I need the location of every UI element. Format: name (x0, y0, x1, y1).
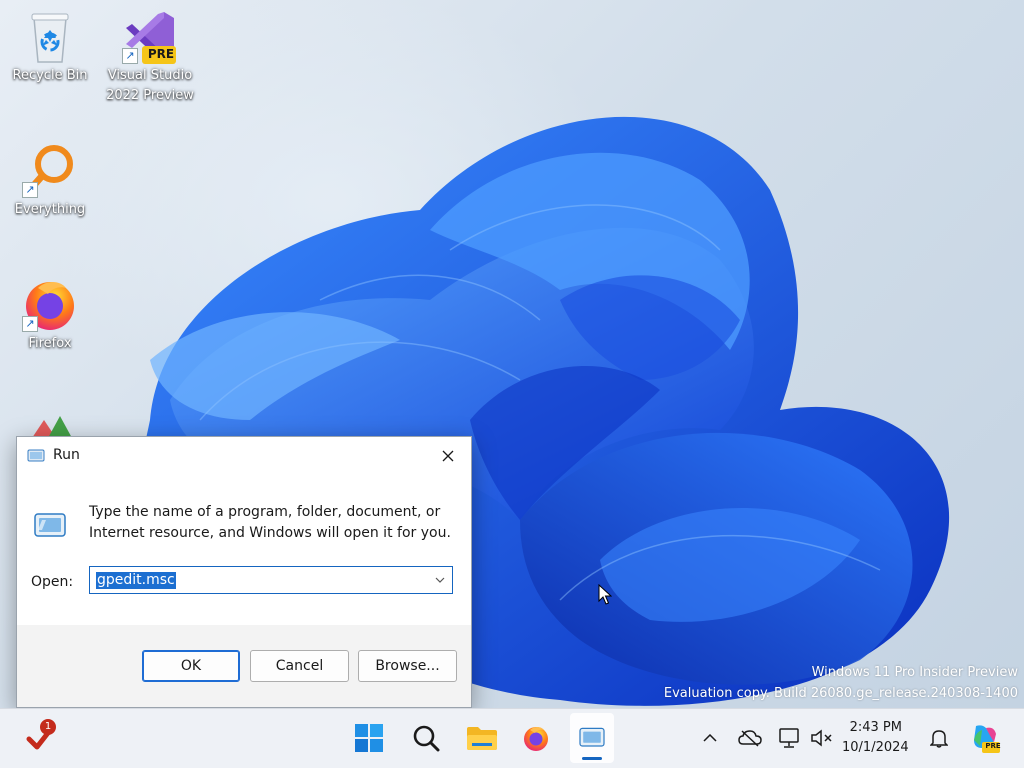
taskbar-clock[interactable]: 2:43 PM 10/1/2024 (842, 718, 909, 758)
desktop-icon-firefox[interactable]: ↗ Firefox (2, 274, 98, 354)
desktop-icon-everything[interactable]: ↗ Everything (2, 140, 98, 220)
shortcut-arrow-icon: ↗ (22, 182, 38, 198)
close-icon (442, 450, 454, 462)
run-icon (27, 449, 45, 462)
ok-button-label: OK (180, 658, 202, 674)
close-button[interactable] (425, 437, 471, 475)
run-title: Run (53, 447, 80, 463)
run-title-bar[interactable]: Run (17, 437, 471, 475)
combobox-dropdown-button[interactable] (428, 567, 452, 593)
notifications-button[interactable] (925, 724, 953, 752)
open-combobox[interactable]: gpedit.msc (89, 566, 453, 594)
cancel-button[interactable]: Cancel (250, 650, 349, 682)
desktop-icon-label: Recycle Bin (12, 68, 88, 83)
run-dialog: Run Type the name of a program, folder, … (16, 436, 472, 708)
run-dialog-body: Type the name of a program, folder, docu… (17, 475, 471, 625)
open-input-value[interactable]: gpedit.msc (96, 572, 176, 589)
desktop-icon-visual-studio[interactable]: ↗ PRE Visual Studio 2022 Preview (102, 6, 198, 106)
bell-icon (930, 730, 948, 748)
desktop-icon-label: Visual Studio 2022 Preview (106, 68, 194, 103)
taskbar: 1 2:43 PM 10/1/2024 PRE (0, 708, 1024, 768)
run-icon (579, 727, 605, 747)
clock-time: 2:43 PM (849, 720, 902, 735)
partial-desktop-icon[interactable] (22, 408, 82, 438)
volume-tray-button[interactable] (808, 724, 836, 752)
search-button[interactable] (404, 713, 448, 763)
clock-date: 10/1/2024 (842, 740, 909, 755)
desktop-icon-label: Firefox (28, 336, 72, 351)
open-label-text: Open: (31, 574, 74, 590)
network-tray-button[interactable] (775, 724, 803, 752)
copilot-pre-badge: PRE (985, 742, 1001, 750)
onedrive-tray-button[interactable] (736, 724, 764, 752)
search-icon (413, 725, 440, 752)
watermark-line2: Evaluation copy. Build 26080.ge_release.… (663, 686, 1018, 701)
browse-button-label: Browse... (375, 658, 440, 674)
chevron-down-icon (435, 577, 445, 583)
start-icon (355, 724, 383, 752)
mouse-pointer-icon (598, 584, 612, 605)
browse-button[interactable]: Browse... (358, 650, 457, 682)
file-explorer-icon (467, 727, 497, 750)
desktop-icon-recycle-bin[interactable]: Recycle Bin (2, 6, 98, 86)
file-explorer-button[interactable] (460, 713, 504, 763)
watermark-line1: Windows 11 Pro Insider Preview (811, 665, 1018, 680)
firefox-taskbar-button[interactable] (514, 713, 558, 763)
show-hidden-icons-button[interactable] (696, 724, 724, 752)
active-app-indicator (582, 757, 602, 760)
onedrive-icon (738, 730, 762, 747)
run-taskbar-button[interactable] (570, 713, 614, 763)
chevron-up-icon (703, 734, 717, 742)
notification-app-button[interactable]: 1 (18, 713, 62, 763)
network-icon (779, 728, 799, 748)
start-button[interactable] (347, 713, 391, 763)
recycle-bin-icon (31, 13, 69, 63)
notification-badge: 1 (40, 719, 56, 735)
cancel-button-label: Cancel (275, 658, 324, 674)
copilot-button[interactable]: PRE (966, 720, 1002, 756)
volume-muted-icon (811, 729, 832, 747)
pre-badge: PRE (147, 47, 175, 61)
run-description: Type the name of a program, folder, docu… (89, 504, 451, 541)
firefox-icon (524, 727, 548, 751)
windows-watermark: Windows 11 Pro Insider Preview Evaluatio… (664, 662, 1018, 704)
desktop-icon-label: Everything (14, 202, 86, 217)
run-app-icon (34, 513, 66, 537)
shortcut-arrow-icon: ↗ (122, 48, 138, 64)
open-label: Open: (31, 574, 73, 590)
ok-button[interactable]: OK (142, 650, 240, 682)
shortcut-arrow-icon: ↗ (22, 316, 38, 332)
